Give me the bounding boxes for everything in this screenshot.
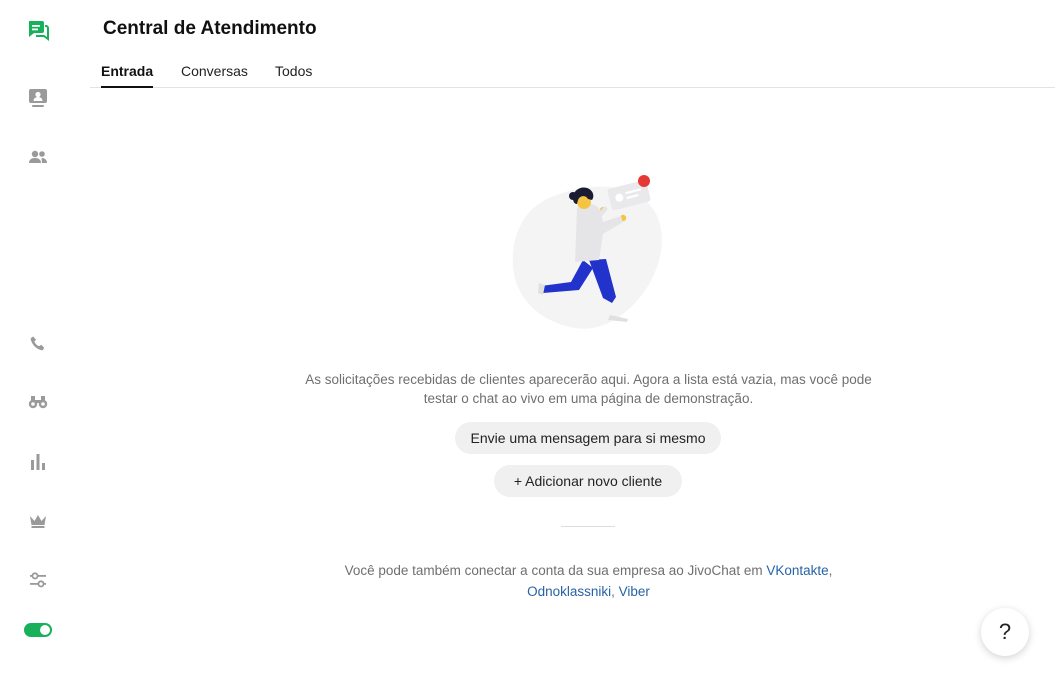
help-button[interactable]: ? (981, 608, 1029, 656)
empty-state-description: As solicitações recebidas de clientes ap… (305, 372, 872, 406)
tab-todos[interactable]: Todos (275, 63, 312, 86)
toggle-knob (40, 625, 50, 635)
comma-separator: , (828, 563, 833, 578)
comma-separator: , (611, 584, 619, 599)
contacts-card-icon[interactable] (22, 82, 54, 114)
crown-icon[interactable] (22, 505, 54, 537)
tab-entrada[interactable]: Entrada (101, 63, 154, 88)
connect-text: Você pode também conectar a conta da sua… (344, 563, 763, 578)
viber-link[interactable]: Viber (619, 584, 650, 599)
odnoklassniki-link[interactable]: Odnoklassniki (527, 584, 611, 599)
phone-icon[interactable] (22, 328, 54, 360)
binoculars-icon[interactable] (22, 386, 54, 418)
empty-inbox-illustration (505, 170, 675, 340)
vkontakte-link[interactable]: VKontakte (766, 563, 828, 578)
tab-bar: Entrada Conversas Todos (90, 56, 1055, 88)
page-title: Central de Atendimento (103, 18, 317, 39)
team-icon[interactable] (22, 141, 54, 173)
chat-icon[interactable] (22, 14, 54, 46)
bar-chart-icon[interactable] (22, 446, 54, 478)
send-self-message-button[interactable]: Envie uma mensagem para si mesmo (455, 422, 721, 454)
sliders-icon[interactable] (22, 564, 54, 596)
status-toggle[interactable] (24, 623, 52, 637)
connect-accounts-text: Você pode também conectar a conta da sua… (320, 560, 857, 602)
tab-conversas[interactable]: Conversas (181, 63, 248, 86)
divider (561, 526, 615, 527)
sidebar (0, 0, 76, 674)
add-client-button[interactable]: + Adicionar novo cliente (494, 465, 682, 497)
